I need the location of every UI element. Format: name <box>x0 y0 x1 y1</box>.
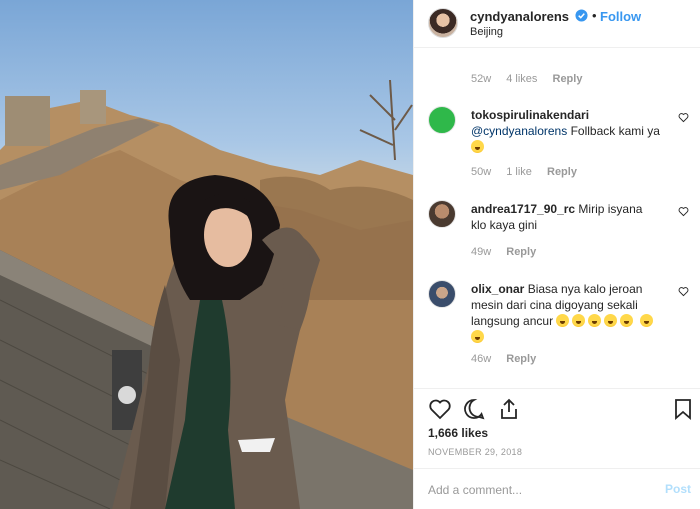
post-photo[interactable] <box>0 0 413 509</box>
commenter-username[interactable]: olix_onar <box>471 282 524 296</box>
grin-emoji-icon <box>471 140 484 153</box>
comment-likes[interactable]: 4 likes <box>506 73 537 85</box>
add-comment-bar: Post <box>414 468 700 509</box>
post-comment-button[interactable]: Post <box>665 482 691 496</box>
comment-meta: 49w Reply <box>471 246 548 258</box>
comment-heart-icon[interactable] <box>678 286 689 297</box>
reply-button[interactable]: Reply <box>547 166 577 178</box>
verified-badge-icon <box>575 9 588 22</box>
author-avatar[interactable] <box>428 8 458 38</box>
grin-emoji-icon <box>588 314 602 327</box>
comment-heart-icon[interactable] <box>678 112 689 123</box>
post-header: cyndyanalorens • Follow Beijing <box>414 0 700 48</box>
comment-mention[interactable]: @cyndyanalorens <box>471 124 567 138</box>
comments-list[interactable]: 52w 4 likes Reply tokospirulinakendari @… <box>414 48 700 388</box>
bookmark-icon[interactable] <box>671 397 695 421</box>
post-actions: 1,666 likes NOVEMBER 29, 2018 <box>414 388 700 468</box>
commenter-avatar[interactable] <box>428 280 456 308</box>
commenter-avatar[interactable] <box>428 106 456 134</box>
comment-icon[interactable] <box>462 397 486 421</box>
comment-body: olix_onar Biasa nya kalo jeroan mesin da… <box>471 281 661 345</box>
comment-meta: 46w Reply <box>471 353 548 365</box>
commenter-username[interactable]: andrea1717_90_rc <box>471 202 575 216</box>
comment-heart-icon[interactable] <box>678 206 689 217</box>
comment-likes[interactable]: 1 like <box>506 166 532 178</box>
grin-emoji-icon <box>639 314 653 327</box>
comment-time[interactable]: 49w <box>471 246 491 258</box>
reply-button[interactable]: Reply <box>506 246 536 258</box>
grin-emoji-icon <box>471 330 484 343</box>
grin-emoji-icon <box>572 314 586 327</box>
grin-emoji-icon <box>604 314 618 327</box>
grin-emoji-icon <box>620 314 634 327</box>
commenter-avatar[interactable] <box>428 200 456 228</box>
commenter-username[interactable]: tokospirulinakendari <box>471 108 589 122</box>
comment-time[interactable]: 52w <box>471 73 491 85</box>
comment-meta: 50w 1 like Reply <box>471 166 589 178</box>
share-icon[interactable] <box>497 397 521 421</box>
like-count[interactable]: 1,666 likes <box>428 426 488 440</box>
comment-meta: 52w 4 likes Reply <box>471 73 594 85</box>
author-username[interactable]: cyndyanalorens <box>470 9 569 24</box>
post-date: NOVEMBER 29, 2018 <box>428 447 523 457</box>
comment-time[interactable]: 46w <box>471 353 491 365</box>
separator-dot: • <box>592 8 597 23</box>
reply-button[interactable]: Reply <box>506 353 536 365</box>
post-sidebar: cyndyanalorens • Follow Beijing 52w 4 li… <box>413 0 700 509</box>
comment-input[interactable] <box>426 479 650 501</box>
photo-illustration <box>0 79 413 509</box>
instagram-post: cyndyanalorens • Follow Beijing 52w 4 li… <box>0 0 700 509</box>
reply-button[interactable]: Reply <box>553 73 583 85</box>
follow-button[interactable]: Follow <box>600 9 641 24</box>
comment-time[interactable]: 50w <box>471 166 491 178</box>
comment-text: Follback kami ya <box>567 124 660 138</box>
grin-emoji-icon <box>556 314 570 327</box>
comment-body: andrea1717_90_rc Mirip isyana klo kaya g… <box>471 201 661 233</box>
heart-icon[interactable] <box>428 397 452 421</box>
comment-body: tokospirulinakendari @cyndyanalorens Fol… <box>471 107 661 155</box>
post-location[interactable]: Beijing <box>470 26 503 38</box>
